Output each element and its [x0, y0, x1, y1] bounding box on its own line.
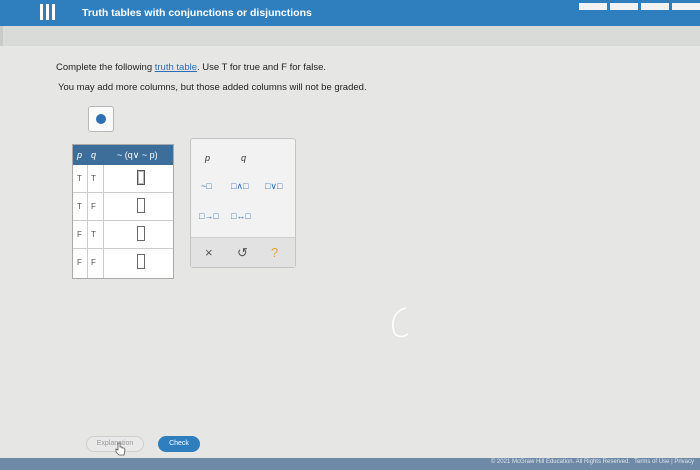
- cell-p: T: [77, 202, 82, 211]
- action-bar: Explanation Check: [0, 426, 700, 458]
- table-row: F T: [73, 221, 173, 249]
- instruction-text: Complete the following: [56, 62, 155, 73]
- answer-input[interactable]: [137, 254, 145, 269]
- cell-q: T: [91, 174, 96, 183]
- undo-icon[interactable]: ↺: [237, 245, 248, 261]
- palette-or[interactable]: □∨□: [265, 181, 282, 192]
- add-column-button[interactable]: [88, 106, 114, 132]
- cell-p: F: [77, 258, 82, 267]
- footer: © 2021 McGraw Hill Education. All Rights…: [0, 458, 700, 470]
- table-row: T T: [73, 165, 173, 193]
- add-column-icon: [96, 114, 106, 124]
- header-q: q: [91, 150, 97, 160]
- cell-p: T: [77, 174, 82, 183]
- help-icon[interactable]: ?: [271, 245, 278, 260]
- hand-pointer-icon: [115, 442, 126, 456]
- header-p: p: [77, 150, 83, 160]
- palette-iff[interactable]: □↔□: [231, 211, 251, 221]
- truth-table-link[interactable]: truth table: [155, 62, 197, 73]
- truth-table-header: p q ~ (q∨ ~ p): [73, 145, 173, 165]
- answer-input[interactable]: [137, 198, 145, 213]
- check-button[interactable]: Check: [158, 436, 200, 452]
- footer-links: Terms of Use | Privacy: [634, 459, 694, 465]
- palette-var-p[interactable]: p: [205, 153, 210, 163]
- cell-q: T: [91, 230, 96, 239]
- symbol-palette: p q ~□ □∧□ □∨□ □→□ □↔□ × ↺ ?: [190, 138, 296, 268]
- main-content: Complete the following truth table. Use …: [0, 46, 700, 458]
- palette-implies[interactable]: □→□: [199, 211, 219, 221]
- cell-p: F: [77, 230, 82, 239]
- text-cursor-icon: [391, 307, 409, 338]
- page-title: Truth tables with conjunctions or disjun…: [82, 7, 312, 19]
- privacy-link[interactable]: Privacy: [674, 459, 694, 465]
- palette-not[interactable]: ~□: [201, 181, 212, 191]
- top-bar: Truth tables with conjunctions or disjun…: [0, 0, 700, 26]
- truth-table: p q ~ (q∨ ~ p) T T T F F T F F: [72, 144, 174, 279]
- answer-input[interactable]: [137, 170, 145, 185]
- palette-var-q[interactable]: q: [241, 153, 246, 163]
- instruction-line-1: Complete the following truth table. Use …: [56, 62, 326, 73]
- cell-q: F: [91, 258, 96, 267]
- instruction-text-suffix: . Use T for true and F for false.: [197, 62, 327, 73]
- copyright-text: © 2021 McGraw Hill Education. All Rights…: [490, 459, 630, 465]
- instruction-line-2: You may add more columns, but those adde…: [58, 82, 367, 93]
- cell-q: F: [91, 202, 96, 211]
- header-formula: ~ (q∨ ~ p): [117, 150, 158, 160]
- clear-icon[interactable]: ×: [205, 245, 213, 260]
- answer-input[interactable]: [137, 226, 145, 241]
- table-row: F F: [73, 249, 173, 277]
- palette-and[interactable]: □∧□: [231, 181, 248, 192]
- table-row: T F: [73, 193, 173, 221]
- hamburger-icon[interactable]: [40, 4, 58, 22]
- palette-actions: × ↺ ?: [191, 237, 295, 267]
- progress-indicator: [579, 3, 700, 10]
- terms-link[interactable]: Terms of Use: [634, 459, 669, 465]
